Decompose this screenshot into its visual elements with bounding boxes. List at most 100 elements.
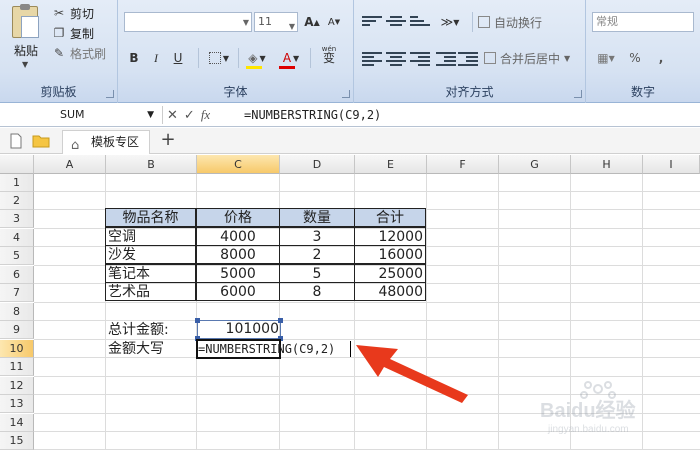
row-header-11[interactable]: 11 [0, 358, 34, 376]
table-header-cell[interactable]: 价格 [196, 208, 280, 227]
align-right-icon[interactable] [410, 50, 430, 66]
orientation-button[interactable]: ≫ ▼ [436, 12, 464, 32]
table-cell[interactable]: 48000 [354, 282, 426, 301]
merge-center-button[interactable]: 合并后居中 ▼ [484, 48, 580, 68]
enter-icon[interactable]: ✓ [184, 108, 195, 123]
cancel-icon[interactable]: ✕ [167, 108, 178, 123]
table-header-cell[interactable]: 数量 [279, 208, 355, 227]
font-size-value: 11 [258, 15, 272, 28]
row-header-14[interactable]: 14 [0, 414, 34, 432]
cut-button[interactable]: ✂ 剪切 [52, 4, 94, 22]
table-cell[interactable]: 3 [279, 227, 355, 246]
column-header-b[interactable]: B [106, 155, 197, 174]
dialog-launcher-icon[interactable] [574, 90, 582, 98]
table-cell[interactable]: 6000 [196, 282, 280, 301]
row-header-1[interactable]: 1 [0, 174, 34, 192]
name-box[interactable]: SUM ▼ [4, 106, 156, 124]
folder-icon[interactable] [32, 133, 50, 149]
align-middle-icon[interactable] [386, 14, 406, 30]
font-name-select[interactable]: ▼ [124, 12, 252, 32]
tab-template-zone[interactable]: ⌂ 模板专区 [62, 130, 151, 154]
select-all-corner[interactable] [0, 155, 34, 174]
fill-color-button[interactable]: ◈ ▼ [242, 48, 272, 68]
column-header-d[interactable]: D [280, 155, 355, 174]
font-color-button[interactable]: A ▼ [276, 48, 306, 68]
row-header-2[interactable]: 2 [0, 192, 34, 210]
shrink-font-button[interactable]: A ▼ [324, 12, 344, 32]
align-center-icon[interactable] [386, 50, 406, 66]
font-size-select[interactable]: 11 ▼ [254, 12, 298, 32]
underline-button[interactable]: U [168, 48, 188, 68]
table-cell[interactable]: 空调 [105, 227, 196, 246]
grow-font-button[interactable]: A ▲ [302, 12, 322, 32]
range-handle[interactable] [195, 318, 200, 323]
phonetic-button[interactable]: wén 变 [314, 44, 344, 64]
comma-button[interactable]: , [650, 48, 672, 68]
dialog-launcher-icon[interactable] [106, 90, 114, 98]
row-header-13[interactable]: 13 [0, 395, 34, 413]
currency-button[interactable]: ▦ ▼ [592, 48, 620, 68]
table-cell[interactable]: 5 [279, 264, 355, 283]
increase-indent-icon[interactable] [458, 50, 478, 66]
column-header-f[interactable]: F [427, 155, 499, 174]
decrease-indent-icon[interactable] [436, 50, 456, 66]
number-format-select[interactable]: 常规 [592, 12, 694, 32]
row-header-15[interactable]: 15 [0, 432, 34, 450]
gridline [34, 191, 700, 192]
table-cell[interactable]: 12000 [354, 227, 426, 246]
uppercase-label-cell[interactable]: 金额大写 [106, 340, 197, 359]
paste-button[interactable]: 粘贴 ▼ [6, 4, 46, 72]
insert-function-icon[interactable]: fx [201, 107, 210, 123]
wrap-text-button[interactable]: 自动换行 [478, 12, 578, 32]
dialog-launcher-icon[interactable] [342, 90, 350, 98]
total-label-cell[interactable]: 总计金额: [106, 321, 197, 340]
column-header-h[interactable]: H [571, 155, 643, 174]
align-bottom-icon[interactable] [410, 14, 430, 30]
alignment-group: ≫ ▼ 自动换行 合并后居中 ▼ 对齐方式 [354, 0, 586, 103]
copy-button[interactable]: ❐ 复制 [52, 24, 94, 42]
table-cell[interactable]: 沙发 [105, 245, 196, 264]
row-header-7[interactable]: 7 [0, 284, 34, 302]
column-header-c[interactable]: C [197, 155, 280, 174]
table-cell[interactable]: 艺术品 [105, 282, 196, 301]
italic-button[interactable]: I [146, 48, 166, 68]
row-header-9[interactable]: 9 [0, 321, 34, 339]
column-header-a[interactable]: A [34, 155, 106, 174]
borders-button[interactable]: ▼ [204, 48, 234, 68]
new-document-icon[interactable] [8, 133, 24, 149]
percent-button[interactable]: % [626, 48, 644, 68]
column-header-g[interactable]: G [499, 155, 571, 174]
font-group-label: 字体 [223, 85, 248, 99]
column-header-i[interactable]: I [643, 155, 700, 174]
table-cell[interactable]: 8 [279, 282, 355, 301]
row-header-4[interactable]: 4 [0, 229, 34, 247]
table-cell[interactable]: 8000 [196, 245, 280, 264]
active-cell-formula[interactable]: =NUMBERSTRING(C9,2) [198, 340, 335, 358]
bold-button[interactable]: B [124, 48, 144, 68]
table-header-cell[interactable]: 物品名称 [105, 208, 196, 227]
table-cell[interactable]: 4000 [196, 227, 280, 246]
table-header-cell[interactable]: 合计 [354, 208, 426, 227]
row-header-5[interactable]: 5 [0, 247, 34, 265]
column-header-e[interactable]: E [355, 155, 427, 174]
table-cell[interactable]: 笔记本 [105, 264, 196, 283]
chevron-down-icon[interactable]: ▼ [22, 60, 28, 69]
table-cell[interactable]: 2 [279, 245, 355, 264]
row-header-6[interactable]: 6 [0, 266, 34, 284]
total-value-cell[interactable]: 101000 [197, 320, 281, 339]
formula-input[interactable]: =NUMBERSTRING(C9,2) [244, 106, 381, 124]
row-header-12[interactable]: 12 [0, 377, 34, 395]
table-cell[interactable]: 16000 [354, 245, 426, 264]
chevron-down-icon[interactable]: ▼ [147, 106, 154, 124]
table-cell[interactable]: 5000 [196, 264, 280, 283]
wrap-text-label: 自动换行 [494, 15, 543, 30]
range-handle[interactable] [278, 318, 283, 323]
row-header-8[interactable]: 8 [0, 303, 34, 321]
format-painter-button[interactable]: ✎ 格式刷 [52, 44, 106, 62]
table-cell[interactable]: 25000 [354, 264, 426, 283]
align-left-icon[interactable] [362, 50, 382, 66]
row-header-3[interactable]: 3 [0, 210, 34, 228]
align-top-icon[interactable] [362, 14, 382, 30]
add-tab-button[interactable]: + [158, 130, 178, 150]
row-header-10[interactable]: 10 [0, 340, 34, 358]
